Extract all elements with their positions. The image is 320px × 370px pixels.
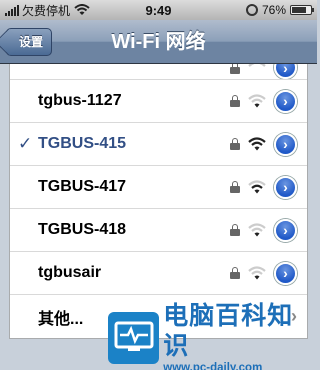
watermark: 电脑百科知识 www.pc-daily.com bbox=[108, 302, 317, 370]
lock-icon bbox=[230, 138, 240, 150]
watermark-url: www.pc-daily.com bbox=[163, 361, 263, 370]
network-detail-button[interactable]: › bbox=[274, 64, 297, 79]
network-row[interactable]: TGBUS-417 › bbox=[10, 166, 307, 209]
battery-icon bbox=[290, 5, 314, 15]
status-time: 9:49 bbox=[145, 2, 172, 18]
network-name: TGBUS-417 bbox=[38, 178, 127, 195]
network-row[interactable]: tgbusair › bbox=[10, 252, 307, 295]
page-title: Wi-Fi 网络 bbox=[111, 31, 206, 53]
network-detail-button[interactable]: › bbox=[274, 218, 297, 242]
navigation-bar: 设置 Wi-Fi 网络 bbox=[0, 20, 317, 64]
rotation-lock-icon bbox=[245, 4, 258, 16]
wifi-signal-icon bbox=[248, 64, 266, 67]
wifi-signal-icon bbox=[248, 266, 266, 280]
network-row[interactable]: ✓ TGBUS-415 › bbox=[10, 123, 307, 166]
watermark-title: 电脑百科知识 bbox=[163, 301, 294, 360]
list-item-partial: › bbox=[10, 64, 307, 80]
network-detail-button[interactable]: › bbox=[274, 175, 297, 199]
network-name: TGBUS-415 bbox=[38, 135, 127, 152]
lock-icon bbox=[230, 95, 240, 107]
network-row[interactable]: TGBUS-418 › bbox=[10, 209, 307, 252]
network-detail-button[interactable]: › bbox=[274, 132, 297, 156]
wifi-signal-icon bbox=[248, 94, 266, 108]
monitor-logo-icon bbox=[108, 311, 160, 364]
network-name: tgbusair bbox=[38, 264, 102, 281]
wifi-network-list: › tgbus-1127 › ✓ TGBUS-415 › TGBUS-417 › TGBUS-… bbox=[9, 64, 308, 339]
network-name: TGBUS-418 bbox=[38, 221, 127, 238]
network-detail-button[interactable]: › bbox=[274, 261, 297, 285]
network-name: tgbus-1127 bbox=[38, 92, 122, 109]
lock-icon bbox=[230, 267, 240, 279]
status-bar: 欠费停机 9:49 76% bbox=[0, 0, 317, 20]
network-row[interactable]: tgbus-1127 › bbox=[10, 80, 307, 123]
wifi-signal-icon bbox=[248, 180, 266, 194]
network-detail-button[interactable]: › bbox=[274, 89, 297, 113]
selected-check-icon: ✓ bbox=[18, 134, 33, 153]
wifi-signal-icon bbox=[248, 137, 266, 151]
lock-icon bbox=[230, 224, 240, 236]
other-network-label: 其他... bbox=[38, 310, 84, 328]
lock-icon bbox=[230, 181, 240, 193]
lock-icon bbox=[230, 64, 240, 74]
wifi-signal-icon bbox=[248, 223, 266, 237]
